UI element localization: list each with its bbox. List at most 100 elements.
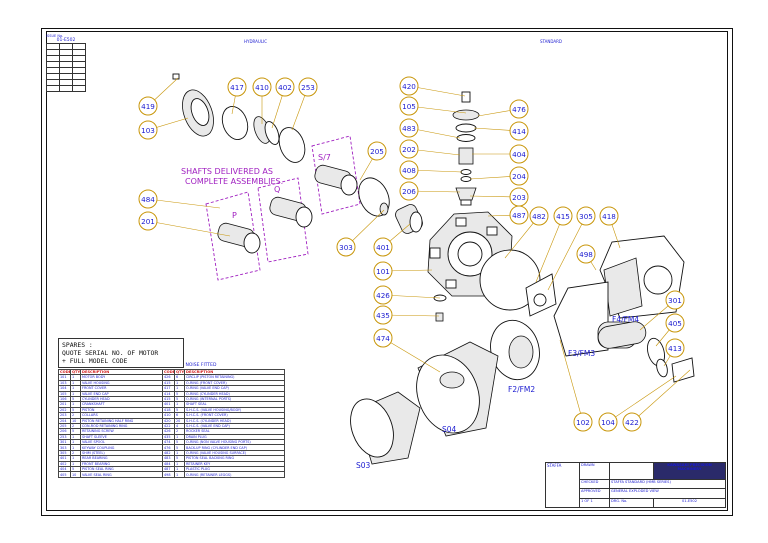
assembly-label-s7: S/7 — [318, 153, 331, 162]
callout-number: 426 — [376, 291, 390, 300]
callout-419: 419 — [138, 96, 158, 116]
callout-number: 483 — [402, 124, 416, 133]
callout-413: 413 — [665, 338, 685, 358]
callout-401: 401 — [373, 237, 393, 257]
callout-number: 201 — [141, 217, 155, 226]
spares-line1: SPARES : — [62, 341, 93, 349]
callout-number: 402 — [278, 83, 292, 92]
callout-number: 413 — [668, 344, 682, 353]
callout-476: 476 — [509, 99, 529, 119]
column-header: CODE — [58, 368, 71, 376]
callout-402: 402 — [275, 77, 295, 97]
drawn-label: DRAWN — [579, 462, 610, 480]
bearing-401 — [395, 204, 423, 234]
callout-408: 408 — [399, 160, 419, 180]
shaft-s7 — [314, 164, 358, 196]
callout-number: 105 — [402, 102, 416, 111]
callout-number: 305 — [579, 212, 593, 221]
callout-number: 301 — [668, 296, 682, 305]
callout-number: 476 — [512, 105, 526, 114]
company-logo-text: KAWASAKI PRECISION MACHINERY — [667, 463, 712, 471]
callout-435: 435 — [373, 305, 393, 325]
label-s04: S04 — [442, 425, 457, 434]
callout-number: 102 — [576, 418, 590, 427]
callout-number: 204 — [512, 172, 526, 181]
leader-422 — [631, 369, 691, 423]
label-f3: F3/FM3 — [568, 349, 595, 358]
callout-205: 205 — [367, 141, 387, 161]
column-header: QTY. — [174, 368, 185, 376]
callout-484: 484 — [138, 189, 158, 209]
leader-474 — [382, 337, 441, 373]
callout-301: 301 — [665, 290, 685, 310]
callout-number: 104 — [601, 418, 615, 427]
coupling-303 — [379, 202, 389, 216]
callout-417: 417 — [227, 77, 247, 97]
callout-number: 401 — [376, 243, 390, 252]
assembly-label-q: Q — [274, 185, 280, 194]
callout-number: 487 — [512, 211, 526, 220]
callout-483: 483 — [399, 118, 419, 138]
callout-number: 405 — [668, 319, 682, 328]
callout-303: 303 — [336, 237, 356, 257]
cylinder-head-stack — [452, 91, 480, 206]
callout-203: 203 — [509, 187, 529, 207]
callout-number: 420 — [402, 82, 416, 91]
callout-104: 104 — [598, 412, 618, 432]
callout-number: 206 — [402, 187, 416, 196]
callout-487: 487 — [509, 205, 529, 225]
drawing-no-label: DRG. No. — [609, 497, 654, 509]
drawing-description-2: GENERAL EXPLODED VIEW — [609, 488, 726, 499]
drawing-number: 01-E502 — [653, 497, 726, 509]
shafts-note-line2: COMPLETE ASSEMBLIES. — [185, 177, 283, 186]
callout-253: 253 — [298, 77, 318, 97]
valve-housing-part — [172, 73, 214, 137]
callout-number: 415 — [556, 212, 570, 221]
callout-number: 410 — [255, 83, 269, 92]
table-cell: VALVE SEAL RING — [80, 471, 163, 478]
bearing-parts — [253, 116, 306, 163]
column-header: CODE — [162, 368, 175, 376]
callout-101: 101 — [373, 261, 393, 281]
callout-405: 405 — [665, 313, 685, 333]
callout-number: 419 — [141, 102, 155, 111]
leader-415 — [535, 215, 564, 283]
parts-list-table: CODE QTY. DESCRIPTION CODE QTY. DESCRIPTION 10… — [58, 368, 285, 478]
drawing-description-1: STAFFA STANDARD (HMB SERIES) — [609, 478, 726, 490]
callout-201: 201 — [138, 211, 158, 231]
callout-number: 404 — [512, 150, 526, 159]
label-s03: S03 — [356, 461, 371, 470]
callout-number: 103 — [141, 126, 155, 135]
company-name: STAFFA — [547, 463, 562, 469]
callout-204: 204 — [509, 166, 529, 186]
callout-420: 420 — [399, 76, 419, 96]
callout-number: 205 — [370, 147, 384, 156]
shafts-note-line1: SHAFTS DELIVERED AS — [181, 167, 273, 176]
callout-number: 303 — [339, 243, 353, 252]
callout-number: 202 — [402, 145, 416, 154]
zone-label-2: STANDARD — [540, 39, 562, 44]
shaft-p — [217, 222, 261, 254]
callout-426: 426 — [373, 285, 393, 305]
checked-label: CHECKED — [579, 478, 610, 490]
table-cell: 405 — [58, 471, 71, 478]
approved-label: APPROVED — [579, 488, 610, 499]
callout-482: 482 — [529, 206, 549, 226]
callout-474: 474 — [373, 328, 393, 348]
leader-104 — [607, 375, 677, 423]
company-logo: KAWASAKI PRECISION MACHINERY — [653, 462, 726, 480]
callout-105: 105 — [399, 96, 419, 116]
label-f4: F4/FM4 — [612, 315, 639, 324]
retaining-ring-205 — [358, 177, 390, 217]
o-ring-417 — [221, 106, 249, 140]
column-header: QTY. — [70, 368, 81, 376]
callout-number: 498 — [579, 250, 593, 259]
callout-305: 305 — [576, 206, 596, 226]
label-f2: F2/FM2 — [508, 385, 535, 394]
callout-404: 404 — [509, 144, 529, 164]
callout-number: 435 — [376, 311, 390, 320]
callout-number: 482 — [532, 212, 546, 221]
drain-plug-435 — [435, 312, 444, 322]
callout-498: 498 — [576, 244, 596, 264]
callout-103: 103 — [138, 120, 158, 140]
